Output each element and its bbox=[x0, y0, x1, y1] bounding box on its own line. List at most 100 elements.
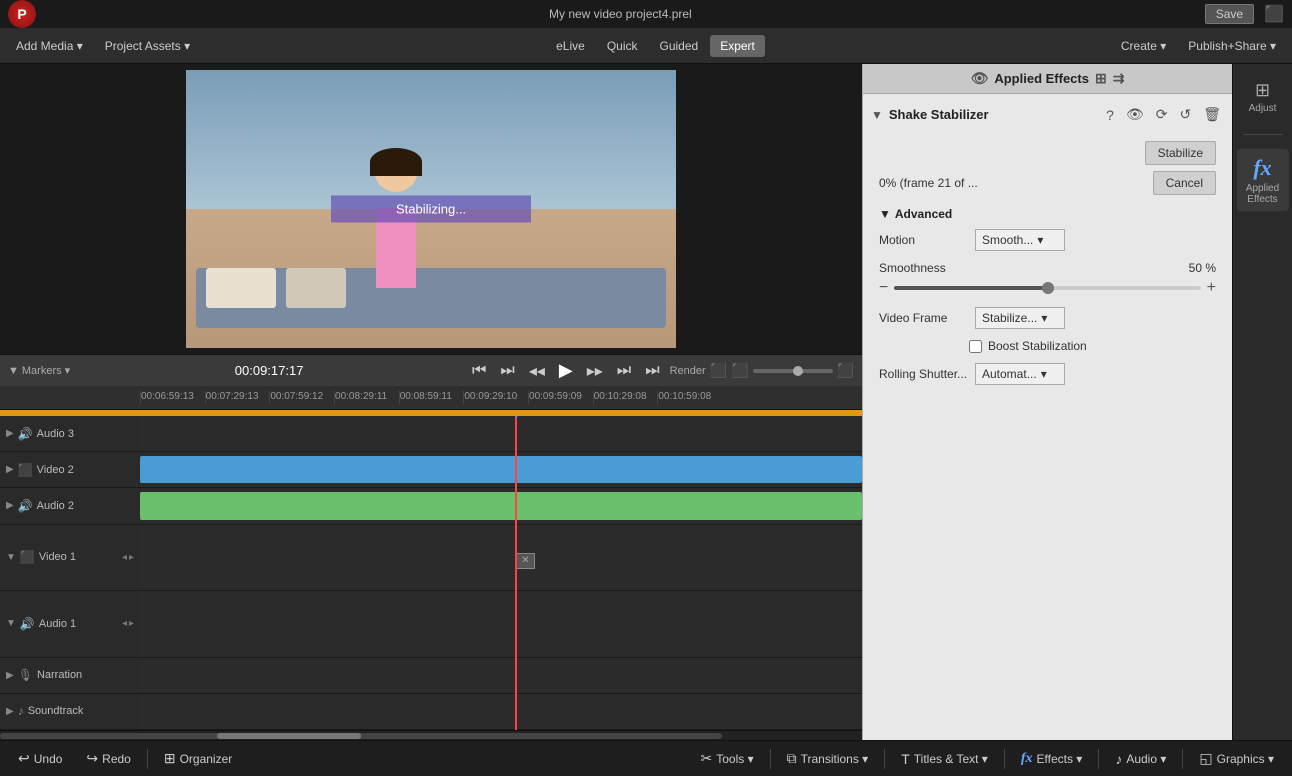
go-to-end-button[interactable]: ⏭ bbox=[641, 360, 663, 382]
effect-collapse-icon[interactable]: ▼ bbox=[871, 108, 883, 122]
titles-text-button[interactable]: T Titles & Text ▾ bbox=[893, 747, 996, 771]
track-prev-btn-audio1[interactable]: ◂ bbox=[122, 618, 127, 629]
track-expand-soundtrack[interactable]: ▶ bbox=[6, 706, 14, 717]
toolbar-separator-3 bbox=[884, 749, 885, 769]
publish-share-button[interactable]: Publish+Share ▾ bbox=[1178, 35, 1286, 57]
graphics-button[interactable]: ◱ Graphics ▾ bbox=[1191, 746, 1282, 771]
track-expand-video1[interactable]: ▼ bbox=[6, 552, 16, 563]
track-strip-video1: ✕ bbox=[140, 525, 862, 592]
track-prev-btn-video1[interactable]: ◂ bbox=[122, 552, 127, 563]
frame-forward-button[interactable]: ▸▸ bbox=[583, 359, 607, 383]
sidebar-tool-effects[interactable]: fx Applied Effects bbox=[1237, 149, 1289, 211]
track-clip-audio2[interactable] bbox=[140, 492, 862, 519]
panel-arrows-icon[interactable]: ⇉ bbox=[1113, 70, 1125, 87]
slider-minus-icon[interactable]: − bbox=[879, 279, 888, 297]
transitions-button[interactable]: ⧉ Transitions ▾ bbox=[779, 746, 877, 771]
rolling-shutter-dropdown[interactable]: Automat... ▾ bbox=[975, 363, 1065, 385]
render-in-icon[interactable]: ⬛ bbox=[710, 362, 727, 379]
effects-button[interactable]: fx Effects ▾ bbox=[1013, 747, 1091, 771]
zoom-slider[interactable] bbox=[753, 369, 833, 373]
stabilize-button[interactable]: Stabilize bbox=[1145, 141, 1216, 165]
zoom-thumb[interactable] bbox=[793, 366, 803, 376]
video-frame-value: Stabilize... bbox=[982, 311, 1037, 325]
motion-dropdown[interactable]: Smooth... ▾ bbox=[975, 229, 1065, 251]
create-button[interactable]: Create ▾ bbox=[1111, 35, 1176, 57]
slider-plus-icon[interactable]: + bbox=[1207, 279, 1216, 297]
render-out-icon[interactable]: ⬛ bbox=[731, 362, 748, 379]
effect-row-shake-stabilizer: ▼ Shake Stabilizer ? 👁 ⟳ ↺ 🗑 bbox=[869, 100, 1226, 129]
timeline-tracks: ▶ 🔊 Audio 3 ▶ ⬛ Video 2 ▶ 🔊 Audi bbox=[0, 416, 862, 730]
effect-help-button[interactable]: ? bbox=[1103, 105, 1117, 125]
track-expand-narration[interactable]: ▶ bbox=[6, 670, 14, 681]
markers-button[interactable]: ▼ Markers ▾ bbox=[8, 364, 70, 377]
panel-expand-icon[interactable]: ⊞ bbox=[1095, 70, 1107, 87]
video-frame-dropdown[interactable]: Stabilize... ▾ bbox=[975, 307, 1065, 329]
panel-eye-icon[interactable]: 👁 bbox=[971, 70, 989, 87]
audio-button[interactable]: ♪ Audio ▾ bbox=[1107, 747, 1174, 771]
track-icon-soundtrack: ♪ bbox=[18, 704, 24, 718]
rolling-shutter-label: Rolling Shutter... bbox=[879, 367, 969, 381]
track-name-audio1: Audio 1 bbox=[39, 618, 118, 630]
track-next-btn-video1[interactable]: ▸ bbox=[129, 552, 134, 563]
track-label-audio3: ▶ 🔊 Audio 3 bbox=[0, 416, 140, 452]
playhead[interactable] bbox=[515, 416, 517, 730]
frame-back-button[interactable]: ◂◂ bbox=[525, 359, 549, 383]
motion-row: Motion Smooth... ▾ bbox=[879, 229, 1216, 251]
monitor-icon[interactable]: ⬛ bbox=[1264, 4, 1284, 24]
rolling-shutter-value: Automat... bbox=[982, 367, 1037, 381]
organizer-button[interactable]: ⊞ Organizer bbox=[156, 746, 240, 771]
scrollbar-thumb[interactable] bbox=[217, 733, 361, 739]
track-label-video2: ▶ ⬛ Video 2 bbox=[0, 452, 140, 488]
boost-label: Boost Stabilization bbox=[988, 339, 1087, 353]
sidebar-tool-adjust[interactable]: ⊞ Adjust bbox=[1237, 74, 1289, 120]
ruler-mark: 00:07:59:12 bbox=[269, 391, 334, 404]
advanced-header[interactable]: ▼ Advanced bbox=[879, 207, 1216, 221]
smoothness-slider-track[interactable] bbox=[894, 286, 1200, 290]
track-clip-video2[interactable] bbox=[140, 456, 862, 483]
ruler-marks: 00:06:59:13 00:07:29:13 00:07:59:12 00:0… bbox=[140, 391, 722, 404]
cancel-button[interactable]: Cancel bbox=[1153, 171, 1216, 195]
smoothness-value: 50 % bbox=[1189, 261, 1216, 275]
effect-delete-button[interactable]: 🗑 bbox=[1200, 104, 1224, 125]
step-forward-button[interactable]: ⏭ bbox=[613, 360, 635, 382]
track-icon-audio3: 🔊 bbox=[18, 427, 33, 441]
toolbar-separator-4 bbox=[1004, 749, 1005, 769]
expand-icon[interactable]: ⬛ bbox=[837, 362, 854, 379]
adjust-label: Adjust bbox=[1249, 103, 1277, 114]
effect-refresh-button[interactable]: ↺ bbox=[1176, 104, 1194, 125]
track-next-btn-audio1[interactable]: ▸ bbox=[129, 618, 134, 629]
timeline-scrollbar[interactable] bbox=[0, 730, 862, 740]
boost-checkbox[interactable] bbox=[969, 340, 982, 353]
track-expand-audio1[interactable]: ▼ bbox=[6, 618, 16, 629]
right-sidebar: ⊞ Adjust fx Applied Effects bbox=[1232, 64, 1292, 740]
save-button[interactable]: Save bbox=[1205, 4, 1254, 24]
expert-button[interactable]: Expert bbox=[710, 35, 765, 57]
tools-label: Tools ▾ bbox=[716, 752, 753, 766]
go-to-start-button[interactable]: ⏮ bbox=[468, 360, 490, 382]
track-icon-audio1: 🔊 bbox=[20, 617, 35, 631]
markers-label: Markers ▾ bbox=[22, 364, 70, 377]
progress-text: 0% (frame 21 of ... bbox=[879, 176, 978, 190]
track-label-narration: ▶ 🎙 Narration bbox=[0, 658, 140, 694]
track-expand-audio3[interactable]: ▶ bbox=[6, 428, 14, 439]
track-name-narration: Narration bbox=[37, 669, 134, 681]
effect-reset-button[interactable]: ⟳ bbox=[1153, 104, 1171, 125]
smoothness-slider-thumb[interactable] bbox=[1042, 282, 1054, 294]
project-assets-button[interactable]: Project Assets ▾ bbox=[95, 35, 200, 57]
tools-button[interactable]: ✂ Tools ▾ bbox=[693, 746, 762, 771]
boost-checkbox-row: Boost Stabilization bbox=[879, 339, 1216, 353]
step-back-button[interactable]: ⏭ bbox=[496, 360, 518, 382]
quick-button[interactable]: Quick bbox=[597, 35, 648, 57]
guided-button[interactable]: Guided bbox=[650, 35, 709, 57]
effect-visibility-button[interactable]: 👁 bbox=[1123, 104, 1147, 125]
redo-button[interactable]: ↪ Redo bbox=[78, 746, 138, 771]
play-button[interactable]: ▶ bbox=[555, 358, 577, 383]
fx-icon: fx bbox=[1253, 155, 1271, 181]
track-name-audio3: Audio 3 bbox=[37, 428, 134, 440]
track-expand-audio2[interactable]: ▶ bbox=[6, 500, 14, 511]
ruler-mark: 00:09:29:10 bbox=[463, 391, 528, 404]
undo-button[interactable]: ↩ Undo bbox=[10, 746, 70, 771]
track-expand-video2[interactable]: ▶ bbox=[6, 464, 14, 475]
elive-button[interactable]: eLive bbox=[546, 35, 595, 57]
add-media-button[interactable]: Add Media ▾ bbox=[6, 35, 93, 57]
